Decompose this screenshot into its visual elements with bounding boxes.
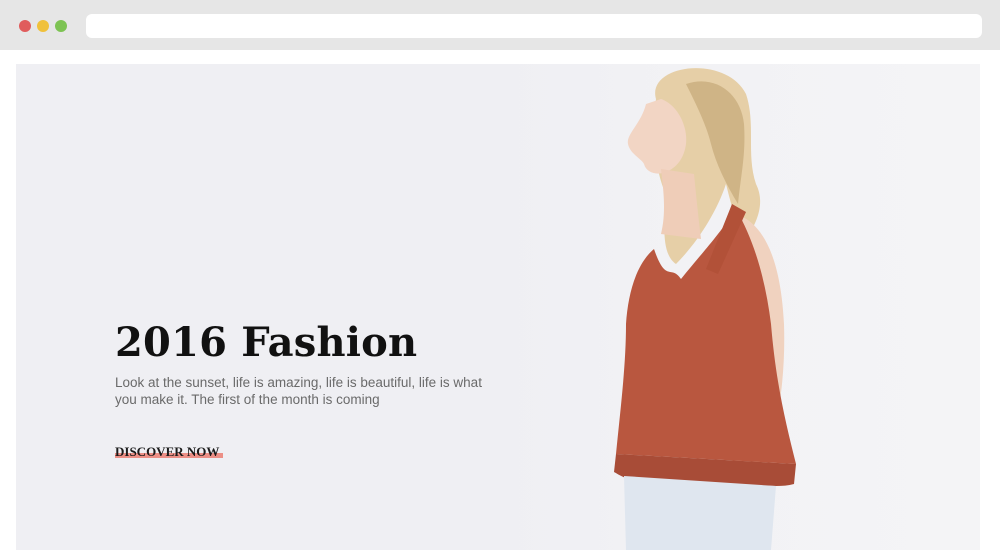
hero-title: 2016 Fashion (115, 319, 418, 366)
address-bar[interactable] (86, 14, 982, 38)
minimize-window-dot[interactable] (37, 20, 49, 32)
close-window-dot[interactable] (19, 20, 31, 32)
model-photo (614, 68, 796, 550)
cta-label: DISCOVER NOW (115, 444, 220, 459)
hero-description: Look at the sunset, life is amazing, lif… (115, 375, 482, 407)
discover-now-button[interactable]: DISCOVER NOW (115, 444, 224, 460)
jeans (624, 476, 776, 550)
hero-banner: 2016 Fashion Look at the sunset, life is… (16, 64, 980, 550)
maximize-window-dot[interactable] (55, 20, 67, 32)
browser-chrome (0, 0, 1000, 50)
top (616, 209, 796, 464)
